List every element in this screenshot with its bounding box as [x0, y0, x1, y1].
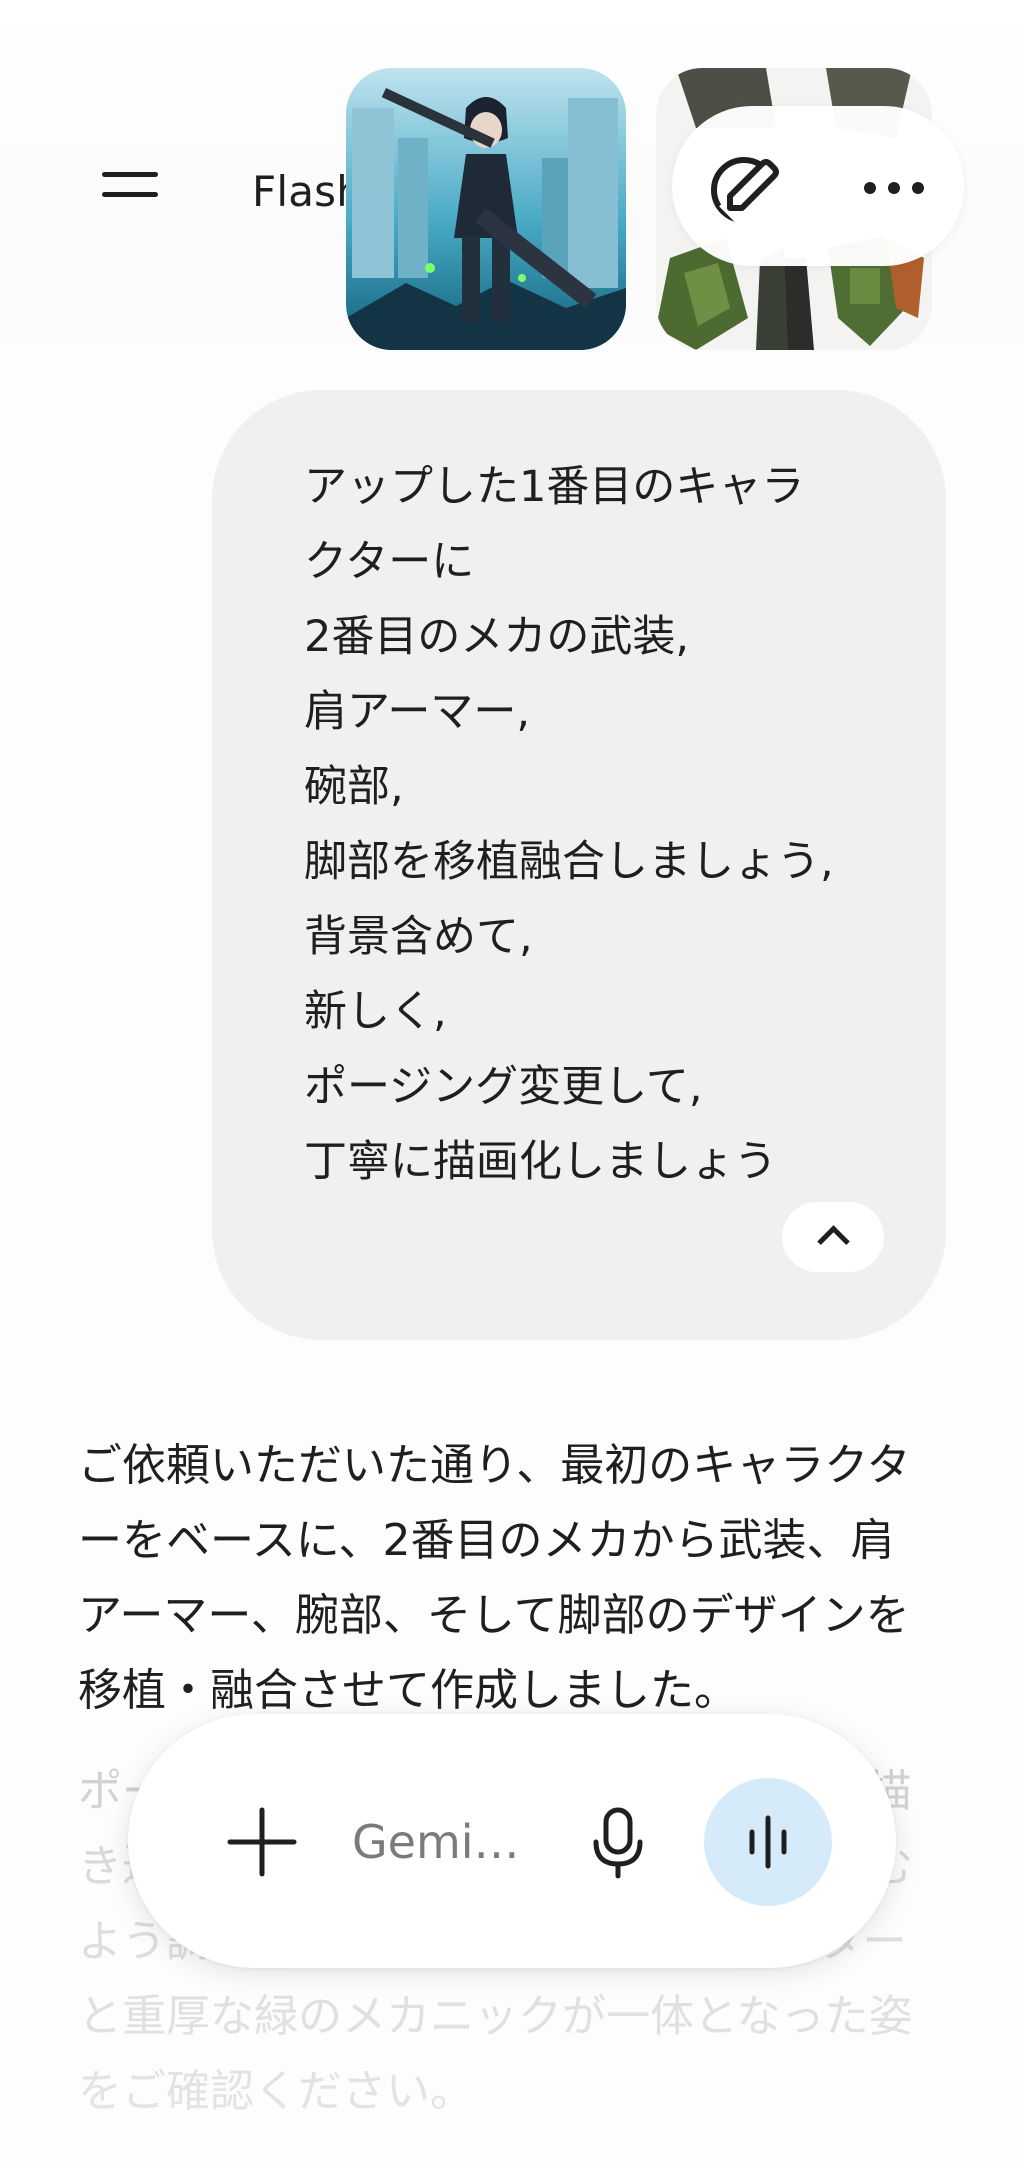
top-bar: Flash 拡張 [0, 0, 1024, 380]
chevron-up-icon [817, 1225, 850, 1258]
microphone-icon [593, 1807, 643, 1879]
pencil-edit-icon [711, 152, 816, 249]
header-actions [672, 106, 964, 266]
character-image [346, 68, 626, 350]
user-message-text: アップした1番目のキャラクターに 2番目のメカの武装, 肩アーマー, 碗部, 脚… [304, 462, 834, 1187]
user-message-bubble: アップした1番目のキャラクターに 2番目のメカの武装, 肩アーマー, 碗部, 脚… [212, 390, 946, 1340]
live-voice-button[interactable] [704, 1778, 832, 1906]
plus-icon [227, 1807, 297, 1877]
collapse-message-button[interactable] [782, 1202, 884, 1272]
more-horizontal-icon [864, 182, 924, 194]
attachment-thumbnail-character[interactable] [346, 68, 626, 350]
response-paragraph: ご依頼いただいた通り、最初のキャラクターをベースに、2番目のメカから武装、肩アー… [78, 1440, 911, 1716]
hamburger-menu-icon [102, 172, 158, 177]
new-chat-button[interactable] [700, 142, 816, 249]
add-attachment-button[interactable] [212, 1792, 312, 1892]
more-options-button[interactable] [848, 142, 940, 234]
prompt-input-bar [128, 1714, 896, 1968]
live-voice-icon [749, 1815, 787, 1869]
menu-button[interactable] [82, 150, 174, 220]
microphone-button[interactable] [568, 1792, 668, 1892]
prompt-input[interactable] [352, 1806, 522, 1878]
